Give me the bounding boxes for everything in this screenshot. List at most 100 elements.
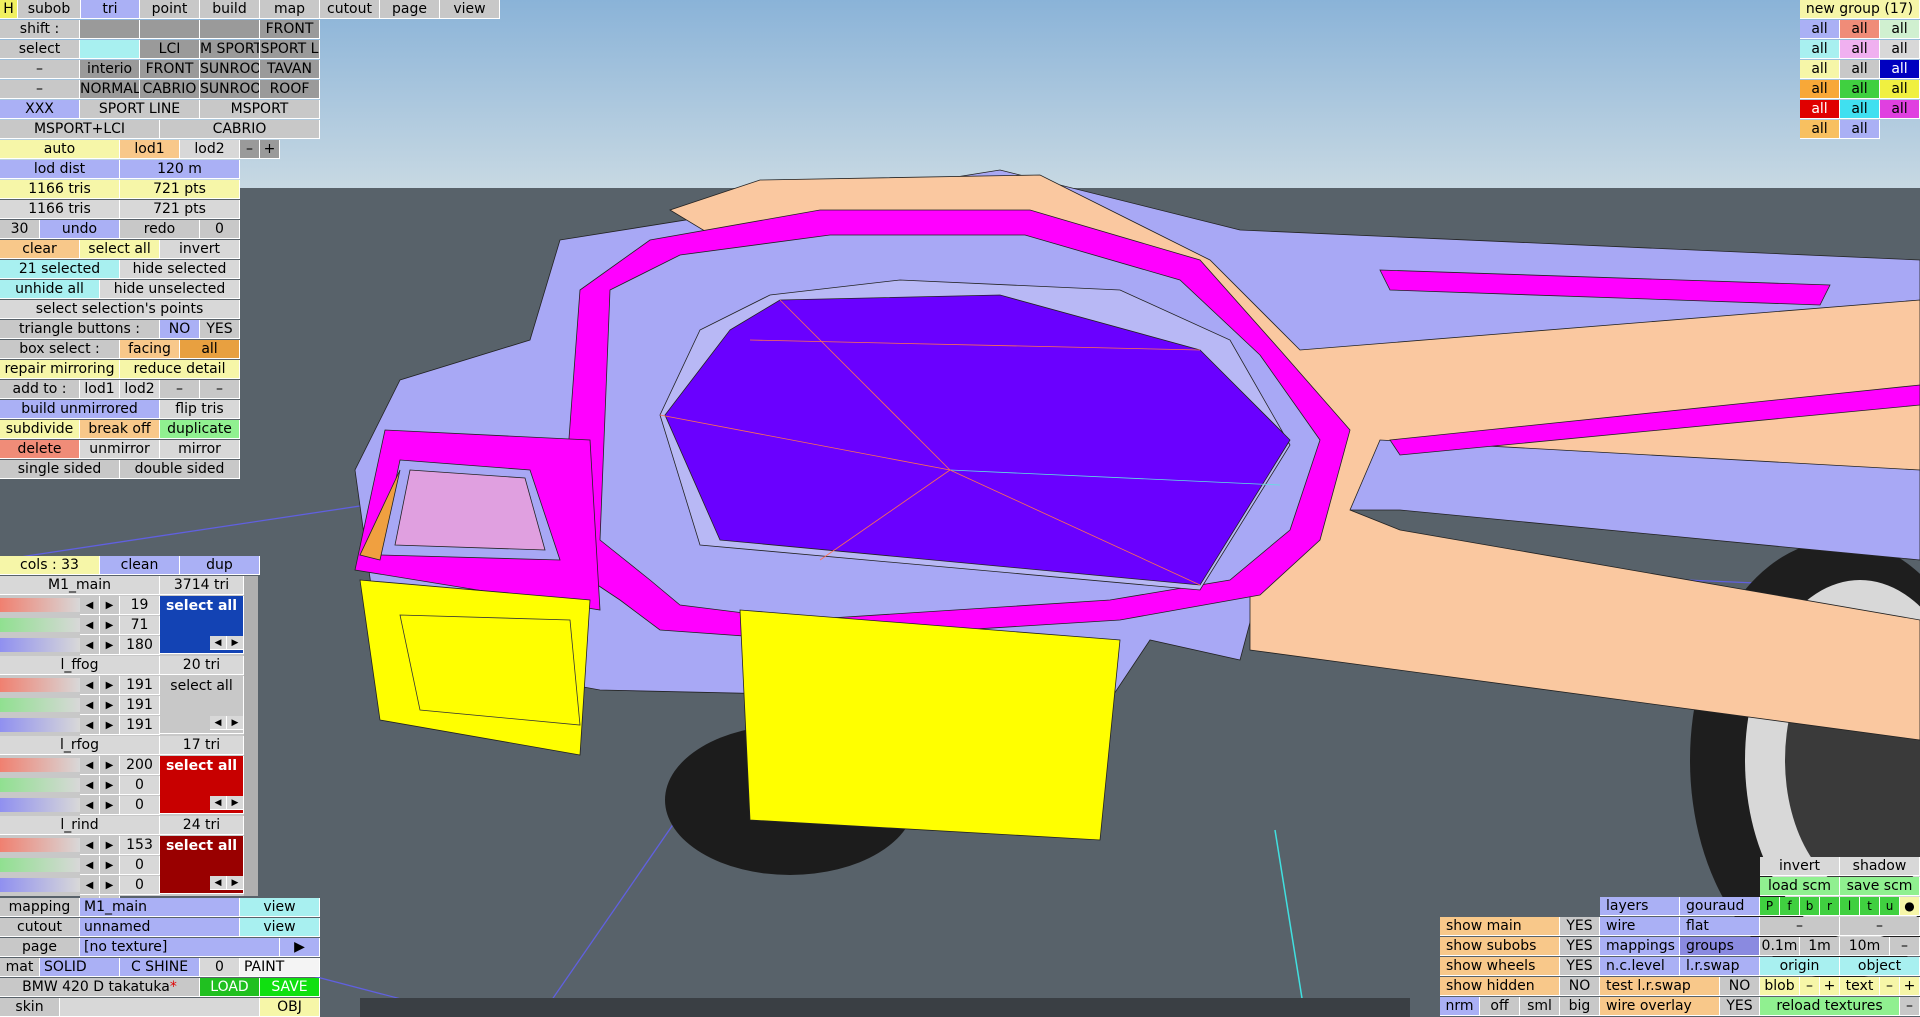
save-button[interactable]: SAVE (260, 978, 320, 997)
group-all-button[interactable]: all (1840, 120, 1880, 139)
show-wheels-value[interactable]: YES (1560, 957, 1600, 976)
right-arrow-icon[interactable]: ▶ (100, 596, 120, 615)
left-arrow-icon[interactable]: ◀ (80, 836, 100, 855)
group-all-button[interactable]: all (1800, 60, 1840, 79)
shadow-button[interactable]: shadow (1840, 857, 1920, 876)
color-slider[interactable] (0, 618, 80, 632)
rgb-value[interactable]: 200 (120, 756, 160, 775)
show-subobs-value[interactable]: YES (1560, 937, 1600, 956)
filter-interio[interactable]: interio (80, 60, 140, 79)
break-off-button[interactable]: break off (80, 420, 160, 439)
left-arrow-icon[interactable]: ◀ (80, 596, 100, 615)
rgb-value[interactable]: 191 (120, 716, 160, 735)
lod1-button[interactable]: lod1 (120, 140, 180, 159)
filter-normall[interactable]: NORMALL (80, 80, 140, 99)
show-main-value[interactable]: YES (1560, 917, 1600, 936)
lod-dist-value[interactable]: 120 m (120, 160, 240, 179)
tab-view[interactable]: view (440, 0, 500, 19)
layers-button[interactable]: layers (1600, 897, 1680, 916)
view-axis-button[interactable]: f (1780, 897, 1800, 916)
filter-cabrio2[interactable]: CABRIO (160, 120, 320, 139)
right-arrow-icon[interactable]: ▶ (100, 636, 120, 655)
color-slider[interactable] (0, 798, 80, 812)
skin-value[interactable] (60, 998, 260, 1017)
color-slider[interactable] (0, 638, 80, 652)
right-arrow-icon[interactable]: ▶ (227, 636, 244, 650)
materials-scrollbar[interactable] (244, 576, 258, 896)
mappings-button[interactable]: mappings (1600, 937, 1680, 956)
group-all-button[interactable]: all (1880, 100, 1920, 119)
flip-tris-button[interactable]: flip tris (160, 400, 240, 419)
filter-xxx[interactable]: XXX (0, 100, 80, 119)
lr-swap-button[interactable]: l.r.swap (1680, 957, 1760, 976)
tab-tri[interactable]: tri (81, 0, 140, 19)
tab-cutout[interactable]: cutout (320, 0, 380, 19)
filter-slot[interactable] (140, 20, 200, 39)
group-all-button[interactable]: all (1840, 80, 1880, 99)
rgb-value[interactable]: 0 (120, 876, 160, 895)
invert-button-right[interactable]: invert (1760, 857, 1840, 876)
tab-map[interactable]: map (260, 0, 320, 19)
color-slider[interactable] (0, 858, 80, 872)
left-arrow-icon[interactable]: ◀ (80, 756, 100, 775)
h-toggle-button[interactable]: H (0, 0, 18, 19)
sml-button[interactable]: sml (1520, 997, 1560, 1016)
right-arrow-icon[interactable]: ▶ (227, 796, 244, 810)
filter-sportl[interactable]: SPORT L (260, 40, 320, 59)
wire-overlay-value[interactable]: YES (1720, 997, 1760, 1016)
dash[interactable]: – (200, 380, 240, 399)
color-slider[interactable] (0, 598, 80, 612)
right-arrow-icon[interactable]: ▶ (100, 856, 120, 875)
rgb-value[interactable]: 0 (120, 796, 160, 815)
lod-minus[interactable]: – (240, 140, 260, 159)
blob-plus[interactable]: + (1820, 977, 1840, 996)
test-lr-swap-value[interactable]: NO (1720, 977, 1760, 996)
cutout-view-button[interactable]: view (240, 918, 320, 937)
lod-auto[interactable]: auto (0, 140, 120, 159)
box-select-all[interactable]: all (180, 340, 240, 359)
material-name[interactable]: l_rind (0, 816, 160, 835)
group-all-button[interactable]: all (1880, 60, 1920, 79)
snap-0-1m[interactable]: 0.1m (1760, 937, 1800, 956)
left-arrow-icon[interactable]: ◀ (210, 876, 227, 890)
show-subobs-toggle[interactable]: show subobs (1440, 937, 1560, 956)
tri-buttons-no[interactable]: NO (160, 320, 200, 339)
color-slider[interactable] (0, 698, 80, 712)
dash[interactable]: – (0, 80, 80, 99)
view-axis-button[interactable]: t (1860, 897, 1880, 916)
right-arrow-icon[interactable]: ▶ (100, 876, 120, 895)
load-button[interactable]: LOAD (200, 978, 260, 997)
show-wheels-toggle[interactable]: show wheels (1440, 957, 1560, 976)
right-arrow-icon[interactable]: ▶ (227, 876, 244, 890)
filter-slot[interactable] (200, 20, 260, 39)
wire-button[interactable]: wire (1600, 917, 1680, 936)
left-arrow-icon[interactable]: ◀ (210, 796, 227, 810)
flat-button[interactable]: flat (1680, 917, 1760, 936)
save-scm-button[interactable]: save scm (1840, 877, 1920, 896)
rgb-value[interactable]: 191 (120, 676, 160, 695)
reload-minus[interactable]: – (1900, 997, 1920, 1016)
page-value[interactable]: [no texture] (80, 938, 280, 957)
filter-sunroof2[interactable]: SUNROOF (200, 80, 260, 99)
unhide-all-button[interactable]: unhide all (0, 280, 100, 299)
show-main-toggle[interactable]: show main (1440, 917, 1560, 936)
single-sided-button[interactable]: single sided (0, 460, 120, 479)
dash[interactable]: – (1840, 917, 1920, 936)
filter-front2[interactable]: FRONT (140, 60, 200, 79)
mat-paint[interactable]: PAINT (240, 958, 320, 977)
group-all-button[interactable]: all (1800, 100, 1840, 119)
add-to-lod2[interactable]: lod2 (120, 380, 160, 399)
groups-button[interactable]: groups (1680, 937, 1760, 956)
left-arrow-icon[interactable]: ◀ (80, 776, 100, 795)
filter-lci[interactable]: LCI (140, 40, 200, 59)
filter-msport2[interactable]: MSPORT (200, 100, 320, 119)
left-arrow-icon[interactable]: ◀ (80, 616, 100, 635)
obj-button[interactable]: OBJ (260, 998, 320, 1017)
filter-sport-line[interactable]: SPORT LINE (80, 100, 200, 119)
group-all-button[interactable]: all (1840, 40, 1880, 59)
rgb-value[interactable]: 0 (120, 776, 160, 795)
lod2-button[interactable]: lod2 (180, 140, 240, 159)
rgb-value[interactable]: 180 (120, 636, 160, 655)
filter-front[interactable]: FRONT (260, 20, 320, 39)
mat-solid[interactable]: SOLID (40, 958, 120, 977)
